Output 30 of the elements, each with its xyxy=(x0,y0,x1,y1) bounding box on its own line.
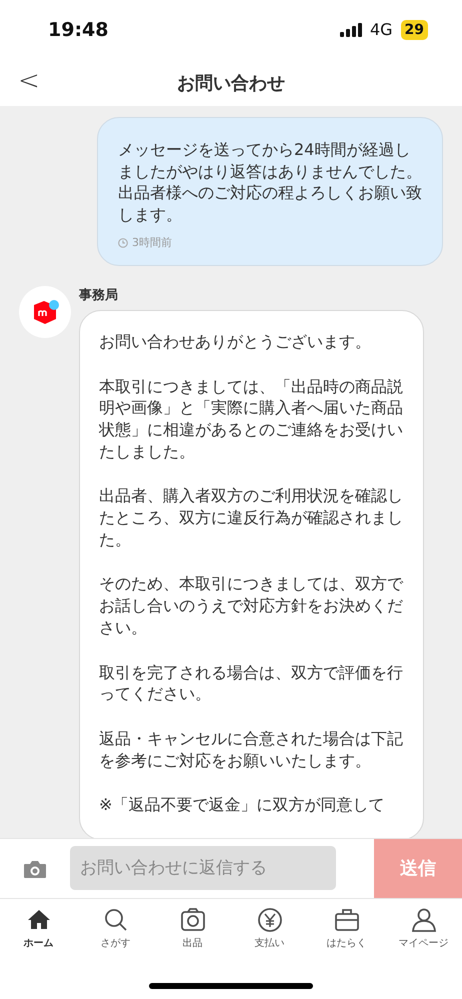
message-text: 出品者、購入者双方のご利用状況を確認したところ、双方に違反行為が確認されました。 xyxy=(99,485,403,550)
tab[interactable]: はたらく xyxy=(308,899,385,960)
message-text: そのため、本取引につきましては、双方でお話し合いのうえで対応方針をお決めください。 xyxy=(99,573,403,639)
network-label: 4G xyxy=(370,19,393,41)
timestamp: 3時間前 xyxy=(132,234,172,251)
tab[interactable]: ホーム xyxy=(0,899,77,960)
message-text: ※「返品不要で返金」に双方が同意して xyxy=(99,794,386,816)
tab[interactable]: マイページ xyxy=(385,899,462,960)
message-text: メッセージを送ってから24時間が経過しましたがやはり返答はありませんでした。出品者様へのご対応の程よろしくお願い致します。 xyxy=(118,139,422,226)
signal-icon xyxy=(340,23,362,37)
person-icon xyxy=(410,907,436,933)
tab[interactable]: さがす xyxy=(77,899,154,960)
briefcase-icon xyxy=(334,907,360,933)
message-text: 返品・キャンセルに合意された場合は下記を参考にご対応をお願いいたします。 xyxy=(99,728,403,772)
message-text: お問い合わせありがとうございます。 xyxy=(99,330,372,353)
reply-input[interactable]: お問い合わせに返信する xyxy=(70,846,336,890)
sender-name: 事務局 xyxy=(79,287,119,306)
camera-icon xyxy=(180,907,206,933)
camera-icon xyxy=(23,858,47,878)
tab[interactable]: 出品 xyxy=(154,899,231,960)
message-text: 取引を完了される場合は、双方で評価を行ってください。 xyxy=(99,662,403,705)
battery-level: 29 xyxy=(400,20,428,40)
yen-icon xyxy=(256,907,282,933)
search-icon xyxy=(102,907,128,933)
clock-icon xyxy=(118,238,128,248)
tab[interactable]: 支払い xyxy=(231,899,308,960)
page-title: お問い合わせ xyxy=(177,72,285,96)
message-text: 本取引につきましては、「出品時の商品説明や画像」と「実際に購入者へ届いた商品状態」に相違があるとのご連絡をお受けいたしました。 xyxy=(99,376,403,462)
back-button[interactable]: < xyxy=(12,66,46,96)
status-time: 19:48 xyxy=(48,18,108,43)
